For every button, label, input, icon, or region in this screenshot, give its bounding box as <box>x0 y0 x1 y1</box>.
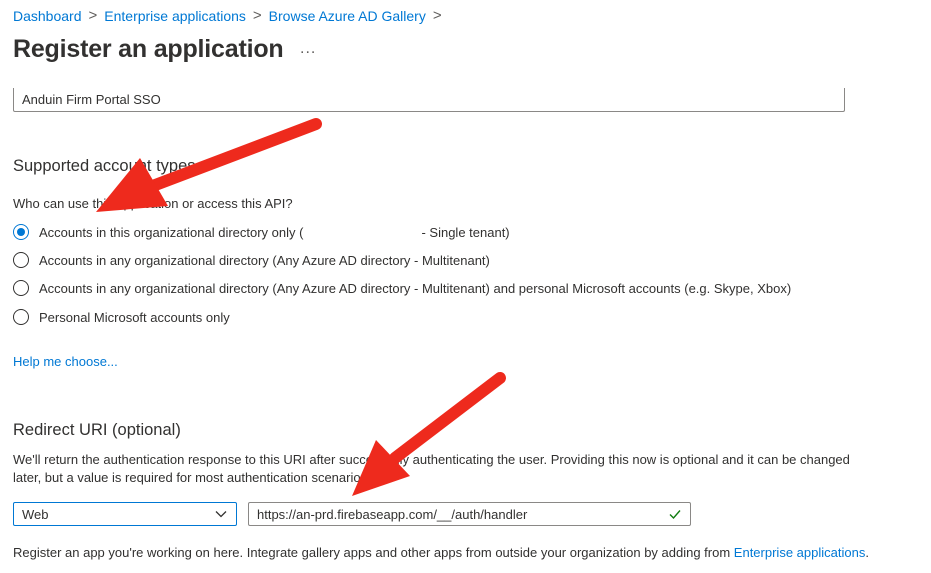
radio-label-single-tenant-end: - Single tenant) <box>421 224 510 240</box>
redirect-uri-input[interactable] <box>257 506 668 522</box>
more-options-button[interactable]: ... <box>300 40 316 58</box>
radio-label-multitenant: Accounts in any organizational directory… <box>39 252 490 268</box>
breadcrumb-enterprise-applications[interactable]: Enterprise applications <box>104 8 246 24</box>
breadcrumb-separator: > <box>88 7 98 24</box>
footer-text: Register an app you're working on here. … <box>13 545 734 560</box>
radio-label-multitenant-personal: Accounts in any organizational directory… <box>39 280 792 296</box>
account-types-question: Who can use this application or access t… <box>13 196 293 211</box>
radio-button[interactable] <box>13 252 29 268</box>
breadcrumb: Dashboard > Enterprise applications > Br… <box>13 7 449 24</box>
radio-label-single-tenant-start: Accounts in this organizational director… <box>39 224 304 240</box>
supported-account-types-heading: Supported account types <box>13 157 196 175</box>
help-me-choose-link[interactable]: Help me choose... <box>13 354 118 369</box>
page-title: Register an application <box>13 35 284 63</box>
radio-personal-only[interactable]: Personal Microsoft accounts only <box>13 309 230 325</box>
redirect-uri-description: We'll return the authentication response… <box>13 452 850 485</box>
chevron-down-icon <box>215 511 227 518</box>
app-name-input[interactable] <box>13 88 845 112</box>
register-app-page: Dashboard > Enterprise applications > Br… <box>0 0 931 573</box>
radio-label-personal-only: Personal Microsoft accounts only <box>39 309 230 325</box>
redirect-uri-heading: Redirect URI (optional) <box>13 421 181 439</box>
radio-multitenant-personal[interactable]: Accounts in any organizational directory… <box>13 280 791 296</box>
radio-button-selected[interactable] <box>13 224 29 240</box>
breadcrumb-separator: > <box>432 7 442 24</box>
checkmark-icon <box>669 510 681 520</box>
footer-note: Register an app you're working on here. … <box>13 545 869 560</box>
radio-button[interactable] <box>13 309 29 325</box>
breadcrumb-separator: > <box>252 7 262 24</box>
redirect-uri-field[interactable] <box>248 502 691 526</box>
platform-select[interactable]: Web <box>13 502 237 526</box>
breadcrumb-dashboard[interactable]: Dashboard <box>13 8 82 24</box>
enterprise-applications-link[interactable]: Enterprise applications <box>734 545 866 560</box>
platform-select-value: Web <box>22 506 49 522</box>
radio-button[interactable] <box>13 280 29 296</box>
breadcrumb-browse-gallery[interactable]: Browse Azure AD Gallery <box>269 8 426 24</box>
footer-period: . <box>865 545 869 560</box>
radio-single-tenant[interactable]: Accounts in this organizational director… <box>13 224 510 240</box>
radio-multitenant[interactable]: Accounts in any organizational directory… <box>13 252 490 268</box>
